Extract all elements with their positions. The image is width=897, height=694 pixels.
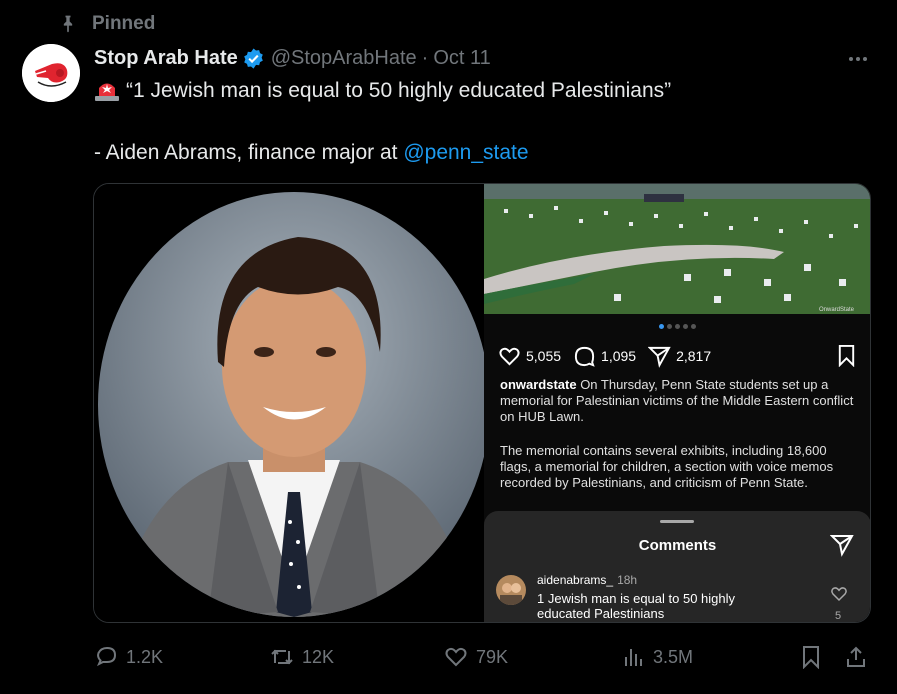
bookmark-icon[interactable] <box>835 344 858 367</box>
siren-icon <box>95 83 119 101</box>
ig-share-count: 2,817 <box>676 348 712 364</box>
verified-icon <box>243 47 263 69</box>
ig-like-button[interactable]: 5,055 <box>498 345 561 368</box>
separator: · <box>421 46 429 69</box>
sheet-drag-handle[interactable] <box>660 520 694 523</box>
comment-like-count: 5 <box>835 610 842 622</box>
bookmark-button[interactable] <box>799 643 823 671</box>
quote-text: “1 Jewish man is equal to 50 highly educ… <box>126 79 672 102</box>
memorial-illustration: OnwardState <box>484 184 870 314</box>
ig-action-bar: 5,055 1,095 2,817 <box>498 344 858 368</box>
share-button[interactable] <box>844 643 868 671</box>
caption-paragraph-2: The memorial contains several exhibits, … <box>500 443 834 490</box>
instagram-screenshot[interactable]: OnwardState 5,055 1,095 2,817 onwardstat… <box>484 184 870 622</box>
heart-icon <box>445 647 467 667</box>
heart-icon <box>499 347 520 366</box>
views-icon <box>625 649 642 666</box>
comment-time: 18h <box>617 573 638 587</box>
like-button[interactable]: 79K <box>444 643 508 671</box>
share-icon <box>847 646 865 667</box>
mention-link[interactable]: @penn_state <box>403 141 528 164</box>
caption-username[interactable]: onwardstate <box>500 377 577 392</box>
avatar[interactable] <box>22 44 80 102</box>
pinned-indicator: Pinned <box>58 12 155 36</box>
tweet-header: Stop Arab Hate @StopArabHate · Oct 11 <box>94 45 491 71</box>
bookmark-icon <box>803 646 819 669</box>
repost-button[interactable]: 12K <box>270 643 334 671</box>
memorial-photo[interactable]: OnwardState <box>484 184 870 314</box>
pinned-label: Pinned <box>92 13 156 34</box>
media-portrait-panel[interactable] <box>94 184 490 622</box>
media-container[interactable]: OnwardState 5,055 1,095 2,817 onwardstat… <box>93 183 871 623</box>
views-button[interactable]: 3.5M <box>621 643 693 671</box>
ig-comment-count: 1,095 <box>601 348 637 364</box>
comments-sheet: Comments aidenabrams_ 18h 1 Jewish man is… <box>484 511 870 622</box>
tweet-date[interactable]: Oct 11 <box>433 47 490 70</box>
handle[interactable]: @StopArabHate <box>271 47 417 70</box>
ig-caption: onwardstate On Thursday, Penn State stud… <box>500 377 860 509</box>
portrait-photo[interactable] <box>98 192 490 617</box>
attribution-text: - Aiden Abrams, finance major at <box>94 141 404 164</box>
tweet-text: “1 Jewish man is equal to 50 highly educ… <box>94 76 854 168</box>
heart-icon[interactable] <box>830 585 848 603</box>
engagement-bar: 1.2K 12K 79K 3.5M <box>94 643 874 671</box>
send-icon <box>648 346 671 368</box>
ig-share-button[interactable]: 2,817 <box>648 345 711 368</box>
repost-count: 12K <box>302 646 335 667</box>
comment-username-row: aidenabrams_ 18h <box>537 573 637 587</box>
reply-button[interactable]: 1.2K <box>94 643 163 671</box>
reply-icon <box>97 646 117 667</box>
like-count: 79K <box>476 646 509 667</box>
more-icon <box>849 57 867 61</box>
ig-like-count: 5,055 <box>526 348 562 364</box>
comment-text: 1 Jewish man is equal to 50 highly educa… <box>537 591 736 621</box>
comment-avatar[interactable] <box>496 575 526 605</box>
ig-comment-button[interactable]: 1,095 <box>573 345 636 368</box>
reply-count: 1.2K <box>126 646 164 667</box>
repost-icon <box>271 649 293 665</box>
pin-icon <box>63 15 73 33</box>
display-name[interactable]: Stop Arab Hate <box>94 47 238 70</box>
send-icon[interactable] <box>830 533 854 557</box>
comment-username[interactable]: aidenabrams_ <box>537 573 613 587</box>
tweet-line-2: - Aiden Abrams, finance major at @penn_s… <box>94 138 854 168</box>
tweet-line-1: “1 Jewish man is equal to 50 highly educ… <box>94 76 854 106</box>
photo-watermark: OnwardState <box>819 307 855 313</box>
whistle-logo <box>22 44 80 102</box>
comment-icon <box>574 346 595 367</box>
views-count: 3.5M <box>653 646 694 667</box>
portrait-illustration <box>98 192 490 617</box>
comments-title: Comments <box>638 537 717 554</box>
carousel-dots[interactable] <box>484 324 870 329</box>
more-button[interactable] <box>843 47 873 71</box>
